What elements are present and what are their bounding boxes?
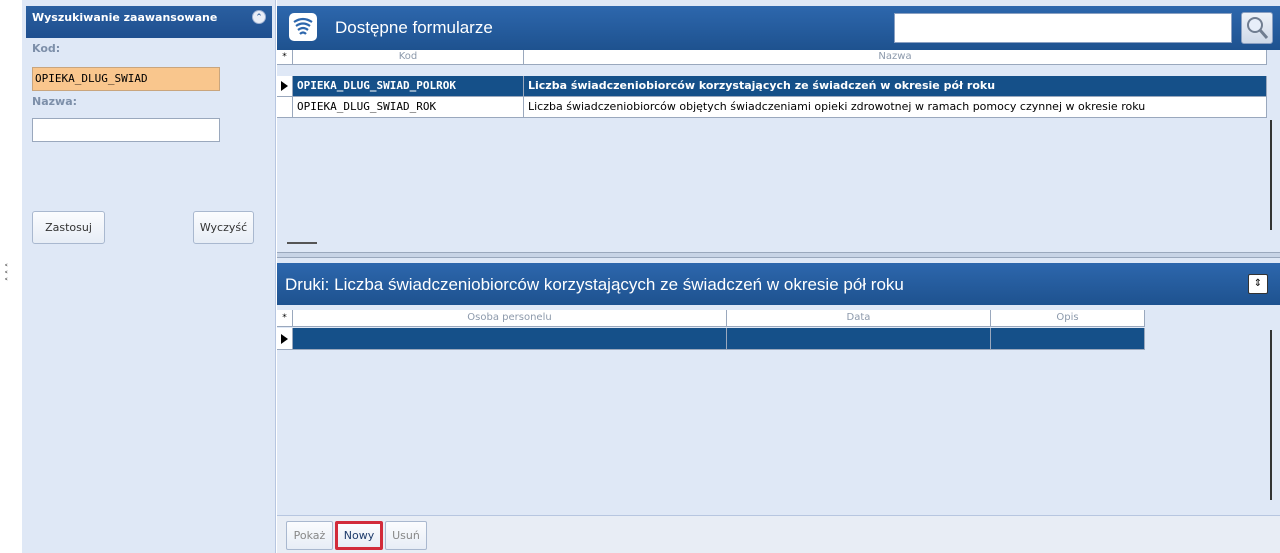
table-row[interactable]: OPIEKA_DLUG_SWIAD_POLROK Liczba świadcze…: [277, 76, 1267, 97]
cell-osoba[interactable]: [293, 328, 727, 350]
main-area: Dostępne formularze * Kod Nazwa OPIEKA_D…: [277, 0, 1280, 553]
cell-opis[interactable]: [991, 328, 1145, 350]
kod-label: Kod:: [32, 42, 61, 55]
druki-grid: * Osoba personelu Data Opis: [277, 310, 1280, 511]
druki-vertical-scrollbar[interactable]: [1270, 330, 1272, 500]
bottom-toolbar: Pokaż Nowy Usuń: [277, 515, 1280, 553]
druki-title: Druki: Liczba świadczeniobiorców korzyst…: [285, 275, 904, 294]
collapse-up-icon[interactable]: ⌃: [252, 10, 266, 24]
current-row-arrow-icon: [281, 81, 288, 91]
column-header-data[interactable]: Data: [727, 310, 991, 327]
expand-collapse-icon[interactable]: ⇕: [1248, 274, 1268, 294]
expand-handle-icon[interactable]: ˂ ˂ ˂: [4, 265, 14, 288]
show-button[interactable]: Pokaż: [286, 521, 333, 550]
forms-search-input[interactable]: [894, 13, 1232, 43]
forms-grid-header: * Kod Nazwa: [277, 50, 1267, 65]
column-header-osoba[interactable]: Osoba personelu: [293, 310, 727, 327]
table-row[interactable]: OPIEKA_DLUG_SWIAD_ROK Liczba świadczenio…: [277, 97, 1267, 118]
apply-button[interactable]: Zastosuj: [32, 211, 105, 244]
forms-vertical-scrollbar[interactable]: [1270, 120, 1272, 230]
row-indicator: [277, 97, 293, 118]
search-button[interactable]: [1241, 12, 1273, 44]
advanced-search-panel: Wyszukiwanie zaawansowane ⌃ Kod: OPIEKA_…: [22, 0, 276, 553]
forms-header: Dostępne formularze: [277, 6, 1280, 50]
cell-kod[interactable]: OPIEKA_DLUG_SWIAD_ROK: [293, 97, 524, 118]
advanced-search-header: Wyszukiwanie zaawansowane ⌃: [26, 6, 272, 38]
header-star-icon: *: [277, 50, 293, 65]
clear-button[interactable]: Wyczyść: [193, 211, 254, 244]
druki-grid-header: * Osoba personelu Data Opis: [277, 310, 1145, 327]
cell-data[interactable]: [727, 328, 991, 350]
nazwa-label: Nazwa:: [32, 95, 78, 108]
current-row-arrow-icon: [281, 334, 288, 344]
cell-kod[interactable]: OPIEKA_DLUG_SWIAD_POLROK: [293, 76, 524, 97]
left-strip: ˂ ˂ ˂: [0, 0, 22, 553]
app-window: ˂ ˂ ˂ Wyszukiwanie zaawansowane ⌃ Kod: OPI…: [0, 0, 1280, 553]
forms-logo-icon: [289, 13, 317, 41]
new-button[interactable]: Nowy: [335, 521, 383, 550]
advanced-search-title: Wyszukiwanie zaawansowane: [32, 11, 218, 24]
forms-title: Dostępne formularze: [335, 18, 493, 37]
forms-grid: * Kod Nazwa OPIEKA_DLUG_SWIAD_POLROK Lic…: [277, 50, 1280, 252]
column-header-kod[interactable]: Kod: [293, 50, 524, 65]
kod-input[interactable]: OPIEKA_DLUG_SWIAD: [32, 67, 220, 91]
nazwa-input[interactable]: [32, 118, 220, 142]
cell-nazwa[interactable]: Liczba świadczeniobiorców korzystających…: [524, 76, 1267, 97]
search-icon: [1247, 17, 1269, 39]
cell-nazwa[interactable]: Liczba świadczeniobiorców objętych świad…: [524, 97, 1267, 118]
column-header-opis[interactable]: Opis: [991, 310, 1145, 327]
delete-button[interactable]: Usuń: [385, 521, 427, 550]
druki-header: Druki: Liczba świadczeniobiorców korzyst…: [277, 263, 1280, 305]
row-indicator: [277, 76, 293, 97]
table-row[interactable]: [277, 328, 1145, 350]
column-header-nazwa[interactable]: Nazwa: [524, 50, 1267, 65]
header-star-icon: *: [277, 310, 293, 327]
forms-horizontal-scrollbar[interactable]: [287, 242, 317, 244]
panel-splitter[interactable]: [277, 252, 1280, 258]
row-indicator: [277, 328, 293, 350]
